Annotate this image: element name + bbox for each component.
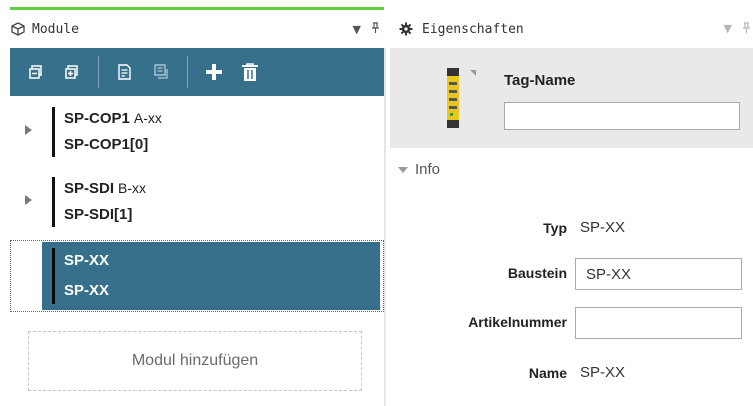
- properties-panel: Eigenschaften ▼ Tag-Name Info Typ SP-XX …: [390, 0, 753, 406]
- baustein-input[interactable]: [575, 258, 742, 290]
- pin-icon[interactable]: [371, 21, 380, 37]
- module-name: SP-XX: [64, 252, 110, 269]
- edit-button[interactable]: [107, 54, 143, 90]
- copy-button[interactable]: [143, 54, 179, 90]
- module-label: SP-SDI[1]: [64, 206, 133, 223]
- info-section-label: Info: [415, 161, 441, 178]
- module-title: SP-SDI B-xx: [64, 180, 146, 197]
- gear-icon: [398, 21, 414, 37]
- add-button[interactable]: [196, 54, 232, 90]
- tag-name-input[interactable]: [504, 102, 740, 130]
- collapse-icon: [29, 65, 42, 79]
- modules-panel-title: Module: [32, 21, 79, 37]
- typ-value: SP-XX: [580, 219, 626, 236]
- module-marker: [52, 248, 55, 304]
- artikelnummer-input[interactable]: [575, 307, 742, 339]
- module-label: SP-COP1[0]: [64, 136, 149, 153]
- module-name: SP-SDI: [64, 180, 115, 197]
- expand-icon: [65, 65, 78, 79]
- plus-icon: [206, 64, 222, 80]
- collapse-all-button[interactable]: [18, 54, 54, 90]
- tree-item-sp-xx[interactable]: SP-XX SP-XX: [10, 240, 384, 312]
- copy-document-icon: [154, 64, 168, 79]
- modules-toolbar: [10, 48, 384, 96]
- expand-arrow-icon[interactable]: [25, 195, 32, 205]
- typ-label: Typ: [543, 220, 567, 236]
- expand-all-button[interactable]: [54, 54, 90, 90]
- panel-menu-dropdown-icon[interactable]: ▼: [353, 23, 361, 36]
- baustein-label: Baustein: [507, 265, 567, 281]
- toolbar-separator: [187, 56, 188, 88]
- modules-panel: Module ▼ SP-COP1 A-xx SP-COP1[0] SP-SDI …: [0, 0, 386, 406]
- panel-menu-dropdown-icon[interactable]: ▼: [724, 22, 732, 37]
- delete-button[interactable]: [232, 54, 268, 90]
- property-row-baustein: Baustein: [390, 258, 753, 290]
- toolbar-separator: [98, 56, 99, 88]
- expand-arrow-icon[interactable]: [25, 125, 32, 135]
- module-variant: B-xx: [118, 180, 147, 196]
- edit-document-icon: [118, 64, 131, 80]
- module-title: SP-COP1 A-xx: [64, 110, 162, 127]
- collapse-caret-icon: [398, 166, 408, 173]
- module-label: SP-XX: [64, 282, 110, 299]
- tag-name-label: Tag-Name: [504, 72, 576, 89]
- modules-panel-header: Module ▼: [10, 14, 384, 44]
- name-label: Name: [528, 365, 567, 381]
- trash-icon: [242, 63, 258, 81]
- module-marker: [52, 177, 55, 227]
- tag-name-section: Tag-Name: [390, 48, 753, 148]
- property-row-name: Name SP-XX: [390, 358, 753, 390]
- module-name: SP-COP1: [64, 110, 130, 127]
- module-marker: [52, 107, 55, 157]
- name-value: SP-XX: [580, 364, 626, 381]
- info-section-toggle[interactable]: Info: [398, 161, 440, 178]
- module-variant: A-xx: [133, 110, 162, 126]
- properties-panel-header: Eigenschaften ▼: [390, 14, 753, 44]
- property-row-artikelnummer: Artikelnummer: [390, 307, 753, 339]
- cube-icon: [10, 21, 26, 37]
- tree-item-sp-sdi[interactable]: SP-SDI B-xx SP-SDI[1]: [10, 166, 384, 236]
- tree-item-sp-cop1[interactable]: SP-COP1 A-xx SP-COP1[0]: [10, 96, 384, 166]
- pin-icon[interactable]: [742, 21, 751, 37]
- device-module-icon: [447, 68, 459, 128]
- properties-panel-title: Eigenschaften: [422, 21, 524, 37]
- module-tree: SP-COP1 A-xx SP-COP1[0] SP-SDI B-xx SP-SDI…: [10, 96, 384, 312]
- active-panel-indicator: [10, 7, 384, 10]
- panel-splitter[interactable]: [384, 48, 386, 406]
- dropdown-corner-icon[interactable]: [470, 70, 476, 76]
- artikelnummer-label: Artikelnummer: [468, 314, 567, 330]
- property-row-typ: Typ SP-XX: [390, 213, 753, 245]
- add-module-button[interactable]: Modul hinzufügen: [28, 331, 362, 391]
